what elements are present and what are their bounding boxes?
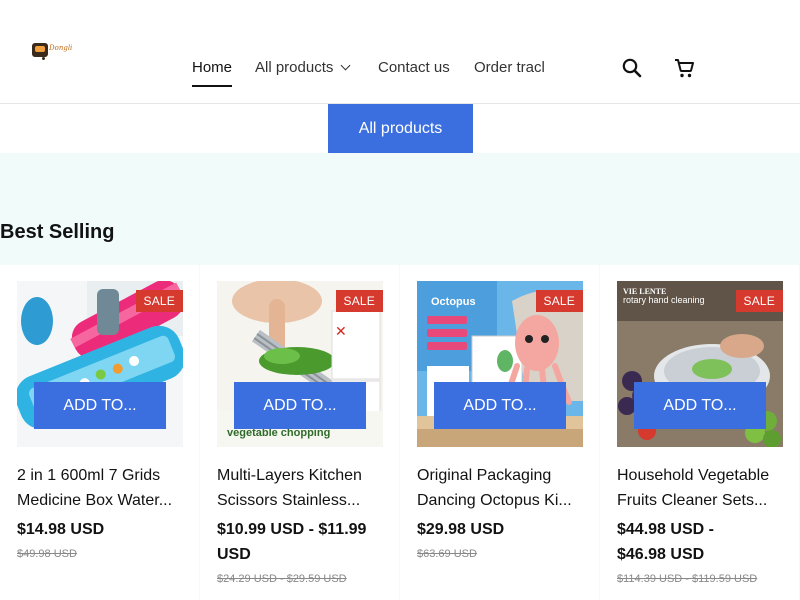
compare-price: $49.98 USD (17, 548, 77, 560)
product-card[interactable]: SALE ADD TO... 2 in 1 600ml 7 Grids Medi… (0, 265, 199, 600)
sale-badge: SALE (535, 290, 583, 312)
nav-all-products-label: All products (255, 59, 334, 76)
add-to-cart-button[interactable]: ADD TO... (234, 382, 366, 429)
product-title[interactable]: Original Packaging Dancing Octopus Ki... (417, 463, 587, 513)
nav-home[interactable]: Home (192, 59, 233, 87)
search-icon[interactable] (620, 56, 644, 80)
site-header: Dongli Home All products Contact us Orde… (0, 0, 800, 104)
all-products-button[interactable]: All products (328, 104, 473, 153)
chevron-down-icon (340, 60, 351, 71)
product-title-line: Scissors Stainless... (217, 492, 361, 509)
price-line: $44.98 USD - (617, 521, 714, 538)
add-to-cart-button[interactable]: ADD TO... (634, 382, 766, 429)
product-title[interactable]: 2 in 1 600ml 7 Grids Medicine Box Water.… (17, 463, 187, 513)
sale-badge: SALE (135, 290, 183, 312)
price-line: $29.98 USD (417, 521, 505, 538)
store-logo[interactable]: Dongli (30, 40, 73, 64)
product-card[interactable]: Octopus SALE ADD TO... Original Packagin… (400, 265, 599, 600)
sale-badge: SALE (335, 290, 383, 312)
nav-contact[interactable]: Contact us (378, 59, 450, 76)
product-card[interactable]: VIE LENTE rotary hand cleaning SALE ADD … (600, 265, 799, 600)
image-caption: rotary hand cleaning (623, 295, 705, 305)
section-title: Best Selling (0, 221, 115, 243)
nav-order-tracking[interactable]: Order tracl (474, 59, 545, 76)
cart-icon[interactable] (672, 56, 696, 80)
compare-price: $24.29 USD - $29.59 USD (217, 573, 347, 585)
image-caption: Octopus (431, 296, 476, 308)
product-title-line: Household Vegetable (617, 467, 770, 484)
product-title-line: Multi-Layers Kitchen (217, 467, 362, 484)
price-line: $46.98 USD (617, 546, 705, 563)
logo-dot (42, 57, 45, 60)
product-price: $10.99 USD - $11.99 USD (217, 517, 387, 567)
logo-mark-accent (35, 46, 45, 52)
sale-badge: SALE (735, 290, 783, 312)
product-title-line: Original Packaging (417, 467, 552, 484)
product-title-line: Medicine Box Water... (17, 492, 173, 509)
compare-price: $114.39 USD - $119.59 USD (617, 573, 758, 585)
product-title[interactable]: Multi-Layers Kitchen Scissors Stainless.… (217, 463, 387, 513)
product-title-line: 2 in 1 600ml 7 Grids (17, 467, 161, 484)
product-title-line: Dancing Octopus Ki... (417, 492, 572, 509)
compare-price: $63.69 USD (417, 548, 477, 560)
product-price: $44.98 USD - $46.98 USD (617, 517, 787, 567)
product-price: $29.98 USD (417, 517, 587, 542)
product-card[interactable]: ✕ vegetable chopping SALE ADD TO... Mult… (200, 265, 399, 600)
add-to-cart-button[interactable]: ADD TO... (434, 382, 566, 429)
product-price: $14.98 USD (17, 517, 187, 542)
product-title[interactable]: Household Vegetable Fruits Cleaner Sets.… (617, 463, 787, 513)
add-to-cart-button[interactable]: ADD TO... (34, 382, 166, 429)
price-line: $14.98 USD (17, 521, 105, 538)
nav-all-products[interactable]: All products (255, 59, 351, 76)
price-line: $10.99 USD - $11.99 (217, 521, 367, 538)
svg-text:✕: ✕ (335, 323, 347, 339)
logo-text: Dongli (49, 44, 73, 52)
price-line: USD (217, 546, 251, 563)
product-title-line: Fruits Cleaner Sets... (617, 492, 768, 509)
